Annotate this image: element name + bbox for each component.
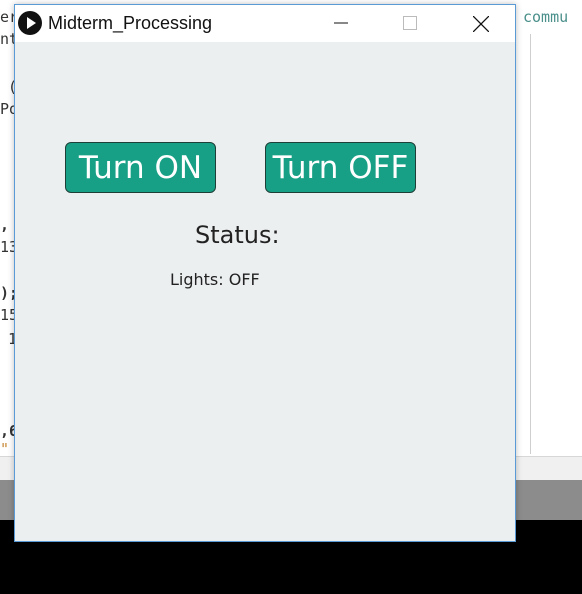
close-icon [473, 16, 489, 32]
sketch-window: Midterm_Processing Turn ON Turn OFF Stat… [14, 4, 516, 542]
desktop: er nt ( Po , 13 ); 15 1 ,6 " commu Midte… [0, 0, 582, 594]
window-titlebar[interactable]: Midterm_Processing [15, 5, 515, 42]
sketch-canvas: Turn ON Turn OFF Status: Lights: OFF [15, 42, 515, 541]
status-heading: Status: [195, 221, 280, 249]
turn-on-button[interactable]: Turn ON [65, 142, 216, 193]
minimize-icon [334, 22, 348, 24]
minimize-button[interactable] [318, 5, 364, 42]
close-button[interactable] [457, 5, 503, 42]
lights-status-text: Lights: OFF [170, 270, 260, 289]
maximize-icon [403, 16, 417, 30]
code-fragment: commu [523, 8, 569, 26]
window-title: Midterm_Processing [48, 13, 213, 33]
code-fragment: , [0, 216, 10, 234]
maximize-button[interactable] [387, 5, 433, 42]
turn-off-button[interactable]: Turn OFF [265, 142, 416, 193]
processing-play-icon [18, 11, 42, 35]
editor-margin-line [530, 34, 531, 454]
